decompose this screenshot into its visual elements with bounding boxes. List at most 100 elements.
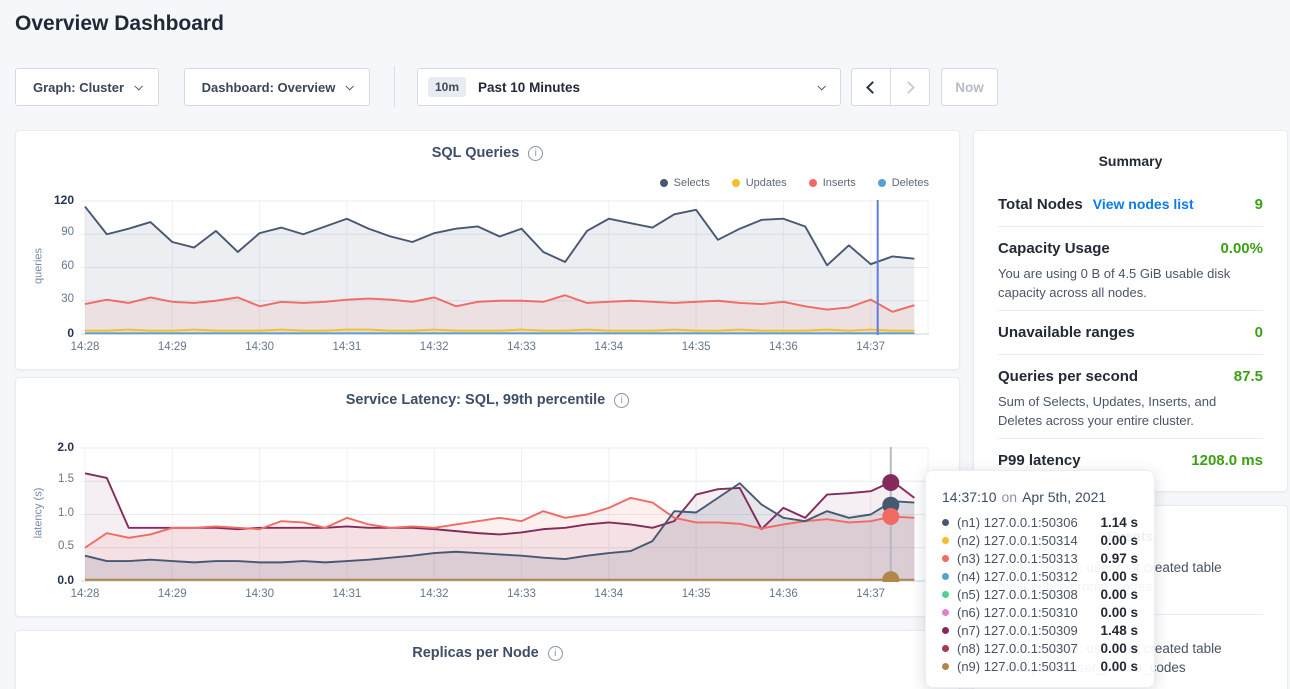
- y-axis-tick-label: 120: [30, 193, 74, 207]
- chevron-down-icon: [134, 82, 142, 90]
- y-axis-tick-label: 1.5: [30, 473, 74, 485]
- node-address: (n7) 127.0.0.1:50309: [957, 623, 1078, 638]
- time-next-button[interactable]: [890, 68, 930, 106]
- tooltip-rows: (n1) 127.0.0.1:503061.14 s(n2) 127.0.0.1…: [942, 513, 1138, 675]
- summary-value: 1208.0 ms: [1191, 452, 1263, 469]
- node-address: (n8) 127.0.0.1:50307: [957, 641, 1078, 656]
- x-axis-tick-label: 14:30: [235, 588, 285, 600]
- legend-item-inserts[interactable]: Inserts: [809, 177, 856, 189]
- y-axis-tick-label: 2.0: [30, 440, 74, 454]
- tooltip-node-row: (n8) 127.0.0.1:50307 0.00 s: [942, 639, 1138, 657]
- legend-color-dot: [809, 179, 817, 187]
- legend-item-selects[interactable]: Selects: [660, 177, 710, 189]
- x-axis-tick-label: 14:31: [322, 588, 372, 600]
- legend-item-updates[interactable]: Updates: [732, 177, 787, 189]
- legend-label: Deletes: [892, 177, 929, 189]
- y-axis-tick-label: 30: [30, 293, 74, 305]
- summary-value: 0: [1255, 324, 1263, 341]
- chart-hover-tooltip: 14:37:10onApr 5th, 2021 (n1) 127.0.0.1:5…: [925, 470, 1155, 688]
- view-nodes-list-link[interactable]: View nodes list: [1093, 196, 1194, 212]
- legend-label: Selects: [674, 177, 710, 189]
- graph-dropdown[interactable]: Graph: Cluster: [15, 68, 159, 106]
- graph-dropdown-label: Graph: Cluster: [33, 80, 124, 95]
- tooltip-node-row: (n2) 127.0.0.1:50314 0.00 s: [942, 531, 1138, 549]
- time-prev-button[interactable]: [851, 68, 891, 106]
- tooltip-node-row: (n9) 127.0.0.1:503110.00 s: [942, 657, 1138, 675]
- node-color-dot: [942, 591, 949, 598]
- x-axis-tick-label: 14:33: [497, 341, 547, 353]
- chart-title-text: Service Latency: SQL, 99th percentile: [346, 392, 606, 408]
- x-axis-tick-label: 14:35: [671, 588, 721, 600]
- tooltip-timestamp: 14:37:10onApr 5th, 2021: [942, 489, 1138, 505]
- node-latency-value: 0.97 s: [1100, 551, 1138, 566]
- summary-row-unavailable-ranges: Unavailable ranges 0: [998, 311, 1263, 354]
- sql-queries-panel: SQL Queries Selects Updates Inserts Deletes…: [15, 130, 960, 370]
- sql-queries-chart[interactable]: [81, 198, 929, 335]
- chart-title-text: Replicas per Node: [412, 645, 539, 661]
- node-color-dot: [942, 663, 949, 670]
- tooltip-node-row: (n5) 127.0.0.1:503080.00 s: [942, 585, 1138, 603]
- x-axis-tick-label: 14:37: [846, 341, 896, 353]
- node-latency-value: 0.00 s: [1100, 605, 1138, 620]
- node-latency-value: 1.48 s: [1100, 623, 1138, 638]
- page-title: Overview Dashboard: [15, 12, 224, 36]
- y-axis-tick-label: 60: [30, 260, 74, 272]
- tooltip-time: 14:37:10: [942, 489, 997, 505]
- service-latency-chart[interactable]: [81, 445, 929, 582]
- time-range-label: Past 10 Minutes: [478, 80, 580, 95]
- chevron-down-icon: [817, 82, 825, 90]
- legend-color-dot: [660, 179, 668, 187]
- node-color-dot: [942, 537, 949, 544]
- y-axis-tick-label: 0: [30, 326, 74, 340]
- chart-legend: Selects Updates Inserts Deletes: [660, 177, 929, 189]
- chart-title: Service Latency: SQL, 99th percentile: [16, 392, 959, 408]
- info-icon[interactable]: [614, 393, 629, 408]
- node-address: (n9) 127.0.0.1:50311: [957, 659, 1077, 674]
- chart-title-text: SQL Queries: [432, 145, 520, 161]
- now-button[interactable]: Now: [941, 68, 998, 106]
- summary-subtext: Sum of Selects, Updates, Inserts, and De…: [998, 392, 1263, 430]
- x-axis-tick-label: 14:33: [497, 588, 547, 600]
- x-axis-tick-label: 14:30: [235, 341, 285, 353]
- node-color-dot: [942, 645, 949, 652]
- toolbar-divider: [394, 66, 395, 107]
- chevron-down-icon: [346, 82, 354, 90]
- chart-title: SQL Queries: [16, 145, 959, 161]
- legend-item-deletes[interactable]: Deletes: [878, 177, 929, 189]
- summary-label: Capacity Usage: [998, 240, 1110, 257]
- summary-panel: Summary Total Nodes View nodes list 9 Ca…: [973, 130, 1288, 492]
- time-range-badge: 10m: [428, 77, 466, 97]
- tooltip-node-row: (n4) 127.0.0.1:503120.00 s: [942, 567, 1138, 585]
- tooltip-time-sep: on: [1002, 489, 1018, 505]
- service-latency-panel: Service Latency: SQL, 99th percentile la…: [15, 377, 960, 617]
- x-axis-tick-label: 14:29: [147, 341, 197, 353]
- dashboard-dropdown-label: Dashboard: Overview: [202, 80, 336, 95]
- info-icon[interactable]: [528, 146, 543, 161]
- node-color-dot: [942, 555, 949, 562]
- summary-value: 0.00%: [1220, 240, 1263, 257]
- x-axis-tick-label: 14:32: [409, 341, 459, 353]
- x-axis-tick-label: 14:32: [409, 588, 459, 600]
- node-color-dot: [942, 609, 949, 616]
- node-latency-value: 0.00 s: [1100, 533, 1138, 548]
- node-latency-value: 0.00 s: [1100, 587, 1138, 602]
- legend-color-dot: [878, 179, 886, 187]
- summary-label: P99 latency: [998, 452, 1081, 469]
- x-axis-tick-label: 14:31: [322, 341, 372, 353]
- node-latency-value: 0.00 s: [1100, 641, 1138, 656]
- tooltip-node-row: (n1) 127.0.0.1:503061.14 s: [942, 513, 1138, 531]
- summary-title: Summary: [998, 153, 1263, 169]
- summary-label: Queries per second: [998, 368, 1138, 385]
- y-axis-tick-label: 90: [30, 226, 74, 238]
- x-axis-tick-label: 14:34: [584, 588, 634, 600]
- tooltip-node-row: (n6) 127.0.0.1:503100.00 s: [942, 603, 1138, 621]
- time-range-dropdown[interactable]: 10m Past 10 Minutes: [417, 68, 841, 106]
- dashboard-dropdown[interactable]: Dashboard: Overview: [184, 68, 370, 106]
- legend-label: Updates: [746, 177, 787, 189]
- node-address: (n2) 127.0.0.1:50314: [957, 533, 1078, 548]
- summary-label: Unavailable ranges: [998, 324, 1135, 341]
- x-axis-tick-label: 14:28: [60, 588, 110, 600]
- info-icon[interactable]: [548, 646, 563, 661]
- x-axis-tick-label: 14:28: [60, 341, 110, 353]
- summary-subtext: You are using 0 B of 4.5 GiB usable disk…: [998, 264, 1263, 302]
